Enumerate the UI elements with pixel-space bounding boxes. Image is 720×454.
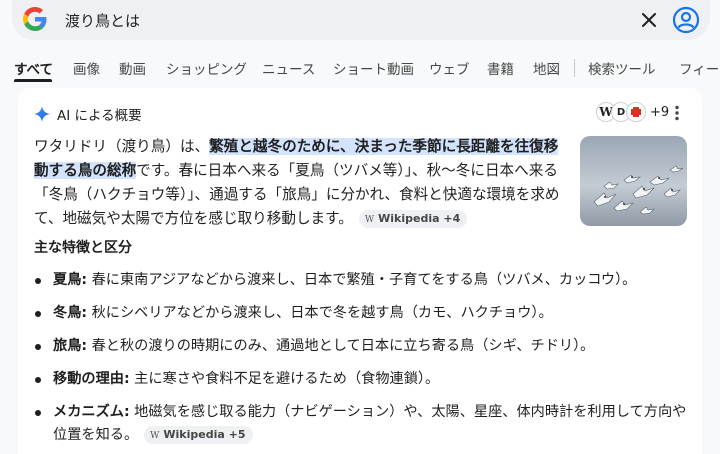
list-item: 移動の理由: 主に寒さや食料不足を避けるため（食物連鎖）。 <box>34 368 694 391</box>
tab-search-tools[interactable]: 検索ツール <box>588 58 656 78</box>
features-list: 夏鳥: 春に東南アジアなどから渡来し、日本で繁殖・子育てをする鳥（ツバメ、カッコ… <box>34 269 694 454</box>
tab-divider <box>574 59 575 77</box>
list-item-term: メカニズム: <box>53 404 130 420</box>
account-icon[interactable] <box>672 6 700 34</box>
close-icon[interactable] <box>638 9 660 31</box>
ai-overview-title: AI による概要 <box>57 108 142 124</box>
list-item-term: 旅鳥: <box>53 338 88 354</box>
ai-overview-card: AI による概要 W D +9 ワタリドリ（渡り鳥）は、繁殖と越冬のために、決ま… <box>18 88 702 454</box>
tab-videos[interactable]: 動画 <box>119 58 146 78</box>
list-item-term: 移動の理由: <box>53 371 130 387</box>
active-tab-indicator <box>14 79 52 82</box>
section-heading: 主な特徴と区分 <box>34 240 132 256</box>
tab-books[interactable]: 書籍 <box>487 58 514 78</box>
tab-news[interactable]: ニュース <box>262 58 315 78</box>
bullet-icon <box>35 311 41 317</box>
bullet-icon <box>35 344 41 350</box>
summary-text-start: ワタリドリ（渡り鳥）は、 <box>34 138 210 155</box>
ai-overview-header: AI による概要 <box>34 104 142 124</box>
sources-count: +9 <box>650 104 670 120</box>
bullet-icon <box>35 410 41 416</box>
citation-chip[interactable]: W Wikipedia +4 <box>358 210 468 228</box>
tab-images[interactable]: 画像 <box>73 58 100 78</box>
sparkle-icon <box>34 106 50 122</box>
list-item-text: 秋にシベリアなどから渡来し、日本で冬を越す鳥（カモ、ハクチョウ）。 <box>87 305 553 321</box>
list-item-term: 冬鳥: <box>53 305 88 321</box>
list-item-text: 春と秋の渡りの時期にのみ、通過地として日本に立ち寄る鳥（シギ、チドリ）。 <box>87 338 595 354</box>
list-item: 冬鳥: 秋にシベリアなどから渡来し、日本で冬を越す鳥（カモ、ハクチョウ）。 <box>34 302 694 325</box>
search-bar[interactable]: 渡り鳥とは <box>12 0 710 40</box>
list-item-text: 主に寒さや食料不足を避けるため（食物連鎖）。 <box>129 371 440 387</box>
search-tabs: すべて 画像 動画 ショッピング ニュース ショート動画 ウェブ 書籍 地図 検… <box>0 52 720 82</box>
list-item: 旅鳥: 春と秋の渡りの時期にのみ、通過地として日本に立ち寄る鳥（シギ、チドリ）。 <box>34 335 694 358</box>
list-item-term: 夏鳥: <box>53 272 88 288</box>
tab-shopping[interactable]: ショッピング <box>166 58 247 78</box>
more-options-icon[interactable] <box>674 105 680 121</box>
tab-short-videos[interactable]: ショート動画 <box>333 58 414 78</box>
tab-maps[interactable]: 地図 <box>533 58 560 78</box>
citation-chip-label: Wikipedia +5 <box>163 428 246 441</box>
source-icon-red <box>626 102 646 122</box>
bullet-icon <box>35 278 41 284</box>
bullet-icon <box>35 377 41 383</box>
list-item: メカニズム: 地磁気を感じ取る能力（ナビゲーション）や、太陽、星座、体内時計を利… <box>34 401 694 447</box>
ai-overview-summary: ワタリドリ（渡り鳥）は、繁殖と越冬のために、決まった季節に長距離を往復移動する鳥… <box>34 135 564 231</box>
search-input[interactable]: 渡り鳥とは <box>65 10 140 31</box>
list-item-text: 春に東南アジアなどから渡来し、日本で繁殖・子育てをする鳥（ツバメ、カッコウ）。 <box>87 272 637 288</box>
tab-all[interactable]: すべて <box>14 58 53 78</box>
tab-feed[interactable]: フィード <box>679 58 720 78</box>
list-item: 夏鳥: 春に東南アジアなどから渡来し、日本で繁殖・子育てをする鳥（ツバメ、カッコ… <box>34 269 694 292</box>
citation-chip[interactable]: W Wikipedia +5 <box>144 426 253 444</box>
google-g-icon[interactable] <box>23 7 47 31</box>
sources-button[interactable]: W D +9 <box>596 101 669 123</box>
wikipedia-icon: W <box>150 431 160 441</box>
migratory-birds-image[interactable] <box>580 136 687 226</box>
wikipedia-icon: W <box>364 215 375 225</box>
citation-chip-label: Wikipedia +4 <box>378 212 461 225</box>
tab-web[interactable]: ウェブ <box>429 58 470 78</box>
